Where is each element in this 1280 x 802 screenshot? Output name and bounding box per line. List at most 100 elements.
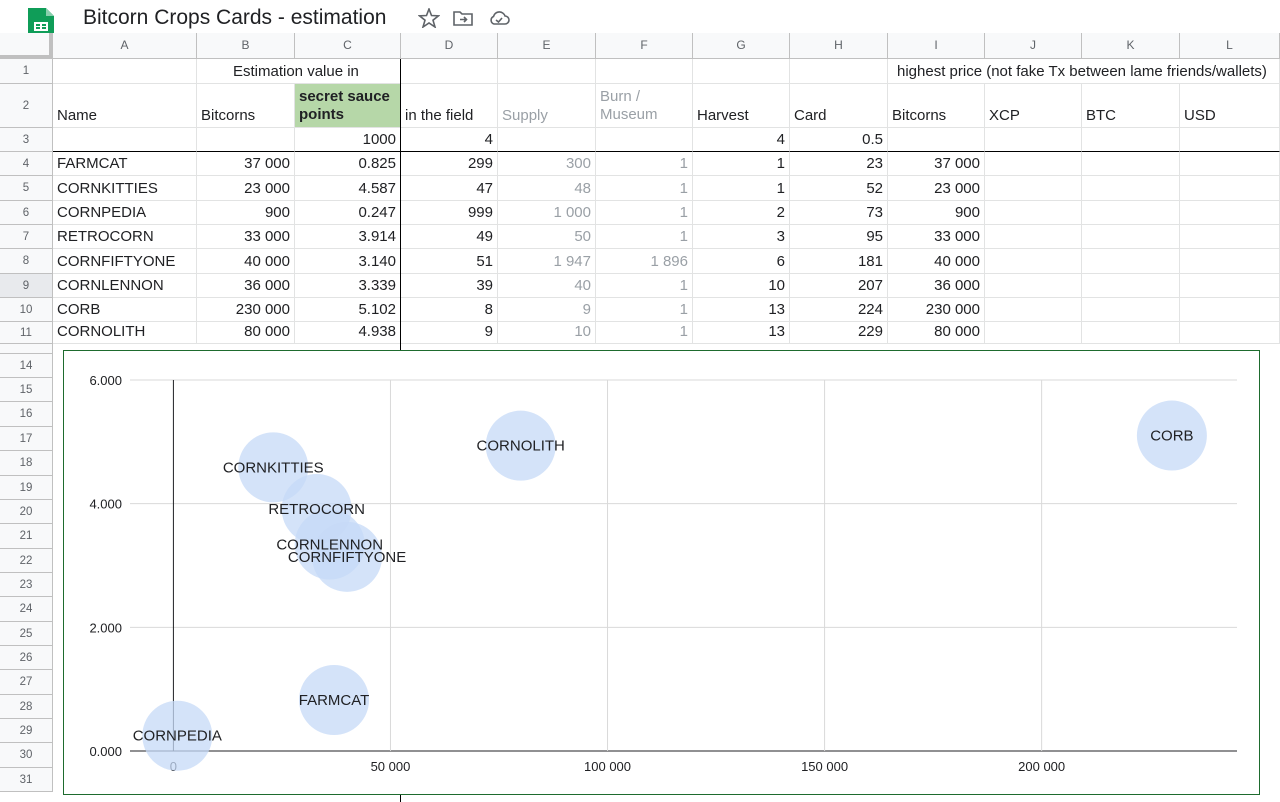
cell-l2[interactable]: USD bbox=[1180, 84, 1280, 128]
bubble-chart[interactable]: 0.0002.0004.0006.000050 000100 000150 00… bbox=[63, 350, 1260, 795]
select-all-corner[interactable] bbox=[0, 33, 53, 59]
cell-e1[interactable] bbox=[498, 59, 596, 84]
cell-b1[interactable]: Estimation value in bbox=[197, 59, 401, 84]
cell-harvest[interactable]: 13 bbox=[693, 322, 790, 344]
cell-e3[interactable] bbox=[498, 128, 596, 152]
cell-g3[interactable]: 4 bbox=[693, 128, 790, 152]
row-header-3[interactable]: 3 bbox=[0, 128, 53, 152]
column-header-g[interactable]: G bbox=[693, 33, 790, 59]
column-header-c[interactable]: C bbox=[295, 33, 401, 59]
column-header-j[interactable]: J bbox=[985, 33, 1082, 59]
cell-f3[interactable] bbox=[596, 128, 693, 152]
row-header-5[interactable]: 5 bbox=[0, 176, 53, 201]
column-header-b[interactable]: B bbox=[197, 33, 295, 59]
cell-burn[interactable]: 1 bbox=[596, 201, 693, 225]
cell-empty[interactable] bbox=[1180, 225, 1280, 249]
cell-f1[interactable] bbox=[596, 59, 693, 84]
cell-harvest[interactable]: 6 bbox=[693, 249, 790, 274]
cell-i1[interactable]: highest price (not fake Tx between lame … bbox=[888, 59, 1280, 84]
cell-bitcorns[interactable]: 40 000 bbox=[197, 249, 295, 274]
cell-points[interactable]: 3.140 bbox=[295, 249, 401, 274]
cell-empty[interactable] bbox=[985, 249, 1082, 274]
cell-card[interactable]: 52 bbox=[790, 176, 888, 201]
cell-k2[interactable]: BTC bbox=[1082, 84, 1180, 128]
cell-burn[interactable]: 1 bbox=[596, 298, 693, 322]
cell-high[interactable]: 23 000 bbox=[888, 176, 985, 201]
cell-card[interactable]: 181 bbox=[790, 249, 888, 274]
cell-burn[interactable]: 1 bbox=[596, 152, 693, 176]
cell-harvest[interactable]: 10 bbox=[693, 274, 790, 298]
cell-empty[interactable] bbox=[985, 298, 1082, 322]
column-header-k[interactable]: K bbox=[1082, 33, 1180, 59]
cell-points[interactable]: 5.102 bbox=[295, 298, 401, 322]
cell-j2[interactable]: XCP bbox=[985, 84, 1082, 128]
column-header-h[interactable]: H bbox=[790, 33, 888, 59]
cell-points[interactable]: 4.938 bbox=[295, 322, 401, 344]
cell-card[interactable]: 224 bbox=[790, 298, 888, 322]
cell-empty[interactable] bbox=[1180, 322, 1280, 344]
cell-supply[interactable]: 50 bbox=[498, 225, 596, 249]
cell-harvest[interactable]: 1 bbox=[693, 176, 790, 201]
cell-harvest[interactable]: 3 bbox=[693, 225, 790, 249]
cell-b2[interactable]: Bitcorns bbox=[197, 84, 295, 128]
column-header-a[interactable]: A bbox=[53, 33, 197, 59]
cell-name[interactable]: FARMCAT bbox=[53, 152, 197, 176]
cell-b3[interactable] bbox=[197, 128, 295, 152]
cell-name[interactable]: CORNPEDIA bbox=[53, 201, 197, 225]
row-header-1[interactable]: 1 bbox=[0, 59, 53, 84]
cell-name[interactable]: CORNLENNON bbox=[53, 274, 197, 298]
cell-bitcorns[interactable]: 80 000 bbox=[197, 322, 295, 344]
cell-h2[interactable]: Card bbox=[790, 84, 888, 128]
star-icon[interactable] bbox=[418, 8, 440, 28]
cell-d1[interactable] bbox=[401, 59, 498, 84]
cell-card[interactable]: 207 bbox=[790, 274, 888, 298]
cell-supply[interactable]: 1 947 bbox=[498, 249, 596, 274]
column-header-l[interactable]: L bbox=[1180, 33, 1280, 59]
row-header-9[interactable]: 9 bbox=[0, 274, 53, 298]
row-header-15[interactable]: 15 bbox=[0, 378, 53, 402]
cell-high[interactable]: 900 bbox=[888, 201, 985, 225]
cell-name[interactable]: CORNOLITH bbox=[53, 322, 197, 344]
cell-empty[interactable] bbox=[1082, 201, 1180, 225]
row-header-17[interactable]: 17 bbox=[0, 427, 53, 451]
cell-bitcorns[interactable]: 33 000 bbox=[197, 225, 295, 249]
row-header-6[interactable]: 6 bbox=[0, 201, 53, 225]
cell-high[interactable]: 36 000 bbox=[888, 274, 985, 298]
column-header-d[interactable]: D bbox=[401, 33, 498, 59]
cell-points[interactable]: 0.247 bbox=[295, 201, 401, 225]
cell-h3[interactable]: 0.5 bbox=[790, 128, 888, 152]
row-header-19[interactable]: 19 bbox=[0, 476, 53, 500]
cell-i2[interactable]: Bitcorns bbox=[888, 84, 985, 128]
cell-empty[interactable] bbox=[1082, 322, 1180, 344]
row-header-8[interactable]: 8 bbox=[0, 249, 53, 274]
cell-high[interactable]: 230 000 bbox=[888, 298, 985, 322]
cell-j3[interactable] bbox=[985, 128, 1082, 152]
cell-empty[interactable] bbox=[985, 152, 1082, 176]
cell-burn[interactable]: 1 896 bbox=[596, 249, 693, 274]
cell-field[interactable]: 51 bbox=[401, 249, 498, 274]
cell-bitcorns[interactable]: 37 000 bbox=[197, 152, 295, 176]
cell-bitcorns[interactable]: 23 000 bbox=[197, 176, 295, 201]
cell-harvest[interactable]: 13 bbox=[693, 298, 790, 322]
cell-empty[interactable] bbox=[1082, 274, 1180, 298]
cell-supply[interactable]: 48 bbox=[498, 176, 596, 201]
row-header-14[interactable]: 14 bbox=[0, 354, 53, 378]
cell-points[interactable]: 3.339 bbox=[295, 274, 401, 298]
cell-c2[interactable]: secret sauce points bbox=[295, 84, 401, 128]
sheets-icon[interactable] bbox=[26, 8, 56, 36]
cell-name[interactable]: CORB bbox=[53, 298, 197, 322]
cell-empty[interactable] bbox=[1082, 152, 1180, 176]
cell-a3[interactable] bbox=[53, 128, 197, 152]
cell-harvest[interactable]: 1 bbox=[693, 152, 790, 176]
cell-burn[interactable]: 1 bbox=[596, 176, 693, 201]
cell-name[interactable]: CORNFIFTYONE bbox=[53, 249, 197, 274]
cell-harvest[interactable]: 2 bbox=[693, 201, 790, 225]
row-header-10[interactable]: 10 bbox=[0, 298, 53, 322]
cell-d3[interactable]: 4 bbox=[401, 128, 498, 152]
cell-field[interactable]: 999 bbox=[401, 201, 498, 225]
cell-points[interactable]: 3.914 bbox=[295, 225, 401, 249]
cell-bitcorns[interactable]: 36 000 bbox=[197, 274, 295, 298]
cell-empty[interactable] bbox=[1082, 176, 1180, 201]
cell-i3[interactable] bbox=[888, 128, 985, 152]
row-header-22[interactable]: 22 bbox=[0, 549, 53, 573]
